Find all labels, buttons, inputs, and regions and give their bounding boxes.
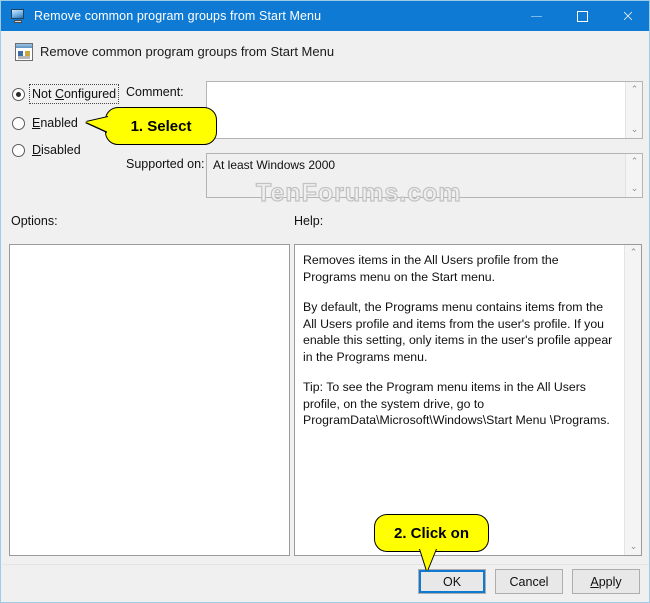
options-label: Options: [11,214,58,228]
supported-on-value: At least Windows 2000 [213,158,336,172]
scroll-down-icon[interactable]: ⌄ [626,123,643,137]
apply-button[interactable]: Apply [572,569,640,594]
radio-disabled[interactable]: Disabled [12,141,81,159]
minimize-button[interactable] [513,1,559,31]
radio-disabled-indicator [12,143,25,157]
cancel-button[interactable]: Cancel [495,569,563,594]
radio-enabled-label: Enabled [32,116,78,130]
radio-not-configured-label: Not Configured [28,84,120,104]
scroll-up-icon[interactable]: ⌃ [625,246,642,260]
annotation-step-2-label: 2. Click on [393,524,470,542]
supported-on-field: At least Windows 2000 ⌃ ⌄ [206,153,643,198]
comment-scrollbar[interactable]: ⌃ ⌄ [625,82,642,138]
ok-button[interactable]: OK [418,569,486,594]
title-bar: Remove common program groups from Start … [1,1,649,31]
group-policy-icon [15,43,33,61]
callout-tail-left-icon [86,117,108,132]
window-title: Remove common program groups from Start … [34,9,322,23]
cancel-button-label: Cancel [509,574,549,589]
policy-setting-icon [10,8,26,24]
supported-on-label: Supported on: [126,157,205,171]
radio-not-configured[interactable]: Not Configured [12,84,120,104]
annotation-step-1: 1. Select [86,107,217,145]
radio-disabled-label: Disabled [32,143,81,157]
comment-label: Comment: [126,85,184,99]
apply-button-label: Apply [590,574,622,589]
close-button[interactable]: × [605,1,649,31]
help-paragraph: By default, the Programs menu contains i… [303,300,613,364]
comment-field[interactable]: ⌃ ⌄ [206,81,643,139]
help-paragraph: Tip: To see the Program menu items in th… [303,380,610,427]
ok-button-label: OK [442,574,462,589]
minimize-icon [530,15,542,17]
help-text: Removes items in the All Users profile f… [295,245,624,555]
comment-input[interactable] [207,82,625,138]
radio-enabled[interactable]: Enabled [12,114,78,132]
help-panel: Removes items in the All Users profile f… [294,244,642,556]
options-panel[interactable] [9,244,290,556]
scroll-down-icon[interactable]: ⌄ [626,182,643,196]
scroll-up-icon[interactable]: ⌃ [626,83,643,97]
help-paragraph: Removes items in the All Users profile f… [303,253,559,284]
scroll-down-icon[interactable]: ⌄ [625,540,642,554]
annotation-step-1-label: 1. Select [130,117,192,135]
caption-buttons: × [513,1,649,31]
help-scrollbar[interactable]: ⌃ ⌄ [624,245,641,555]
setting-state-pane: Not Configured Enabled Disabled Comment:… [2,73,649,209]
setting-header: Remove common program groups from Start … [2,31,649,100]
close-icon: × [621,6,635,25]
supported-on-scrollbar[interactable]: ⌃ ⌄ [625,154,642,197]
help-label: Help: [294,214,324,228]
maximize-button[interactable] [559,1,605,31]
group-policy-setting-window: Remove common program groups from Start … [0,0,650,603]
scroll-up-icon[interactable]: ⌃ [626,155,643,169]
radio-enabled-indicator [12,116,25,130]
setting-title: Remove common program groups from Start … [40,44,335,59]
annotation-step-2: 2. Click on [374,514,489,571]
radio-not-configured-indicator [12,87,25,101]
callout-tail-down-icon [420,549,436,571]
maximize-icon [576,10,588,22]
